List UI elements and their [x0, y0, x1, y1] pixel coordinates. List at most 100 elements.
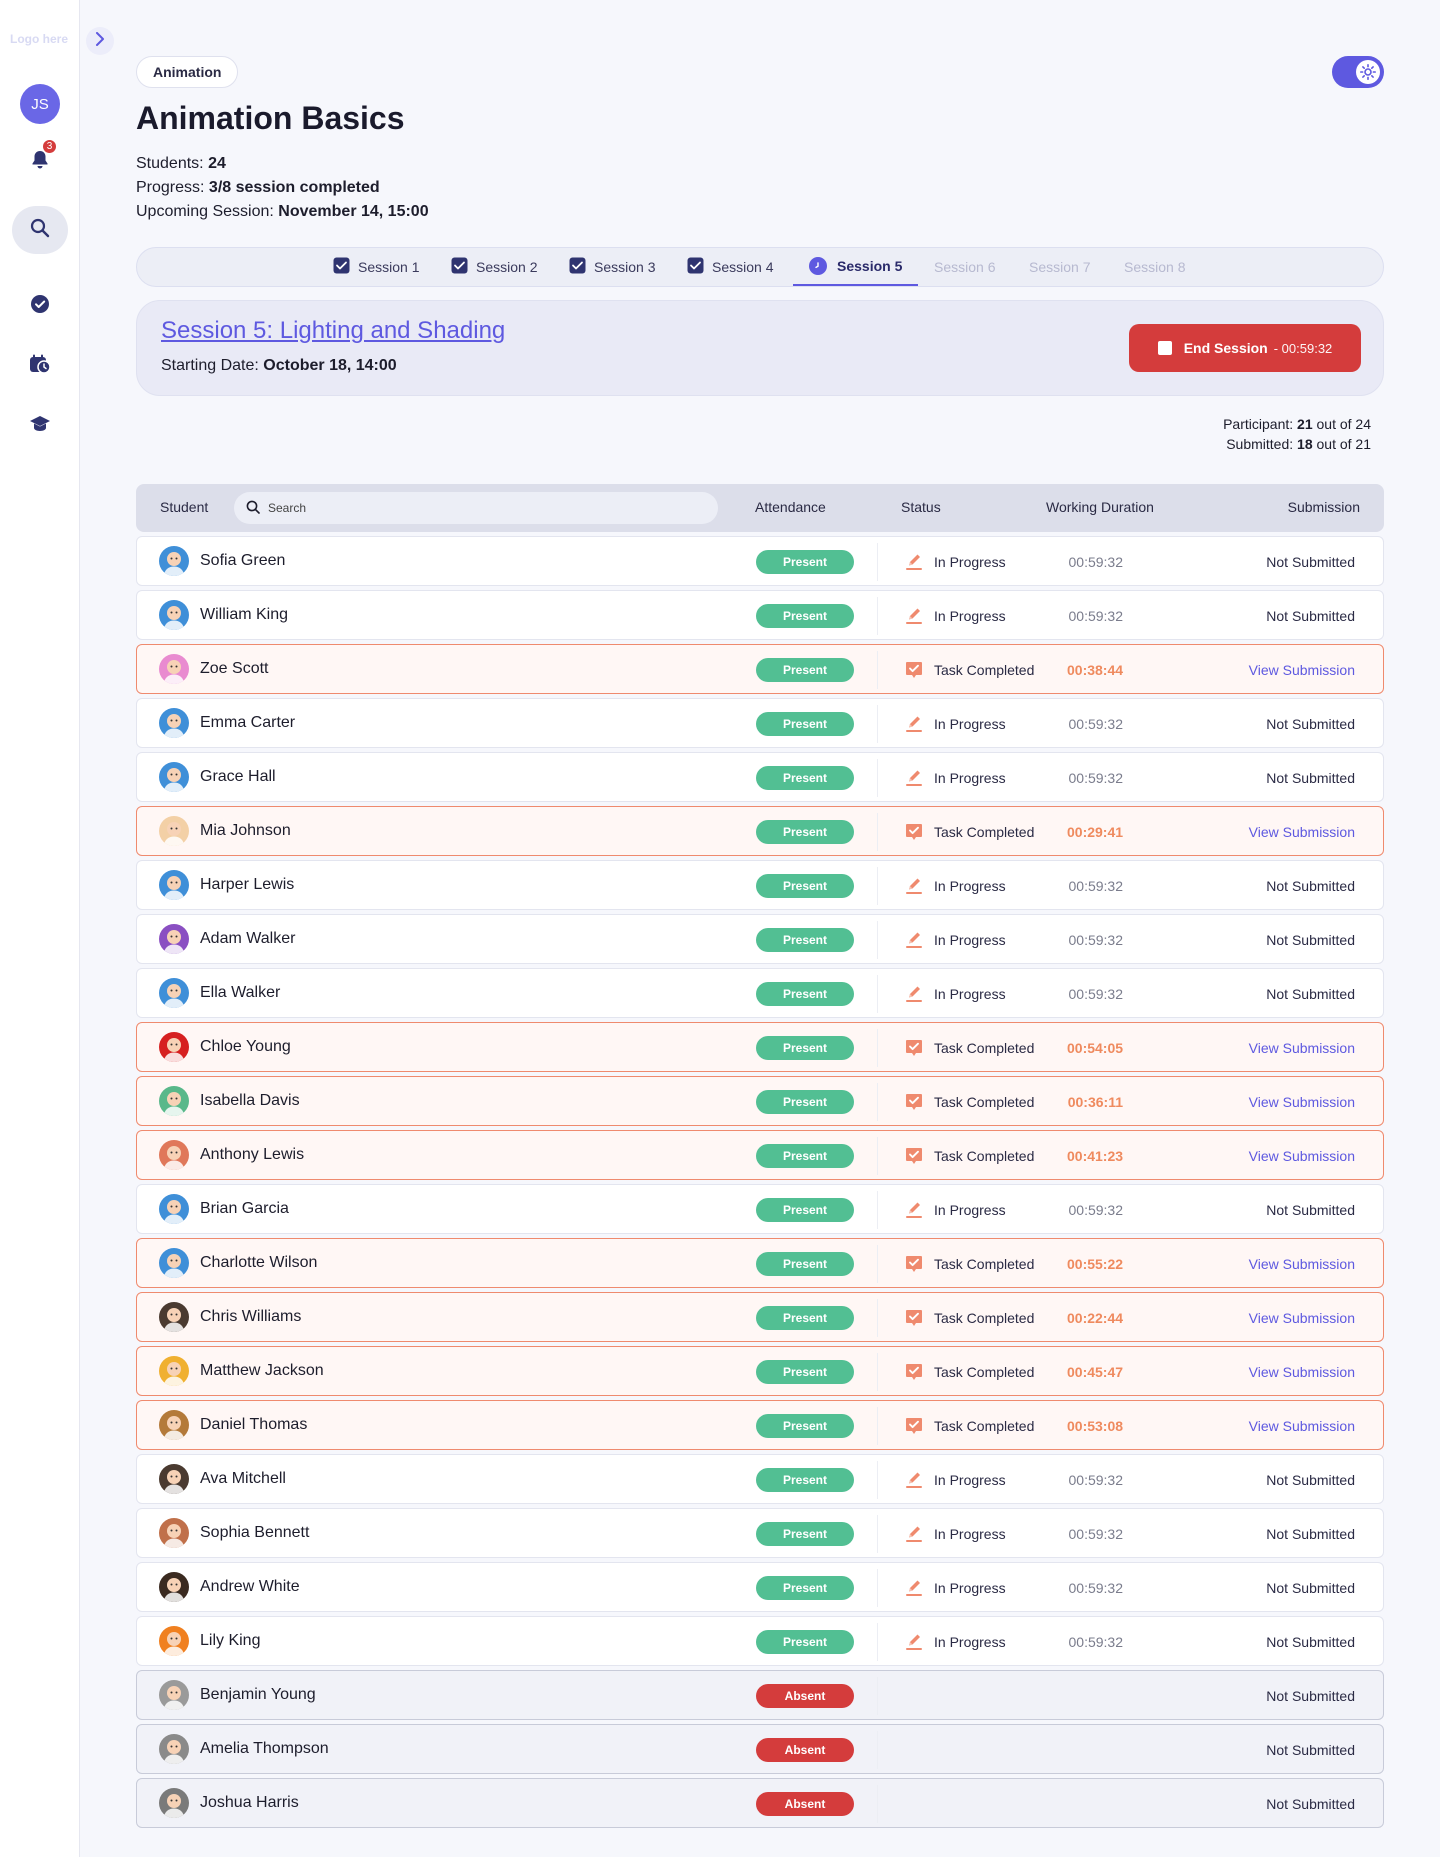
tab-session-1[interactable]: Session 1 — [333, 248, 419, 286]
in-progress-pencil-icon — [904, 606, 924, 626]
student-name[interactable]: Daniel Thomas — [200, 1416, 307, 1434]
table-row[interactable]: Zoe Scott Present Task Completed 00:38:44 Vi… — [136, 644, 1384, 694]
attendance-badge: Present — [756, 928, 854, 952]
table-row[interactable]: Anthony Lewis Present Task Completed 00:41:… — [136, 1130, 1384, 1180]
tab-session-2[interactable]: Session 2 — [451, 248, 537, 286]
in-progress-pencil-icon — [904, 1578, 924, 1598]
student-name[interactable]: Emma Carter — [200, 714, 295, 732]
student-name[interactable]: Grace Hall — [200, 768, 276, 786]
table-row[interactable]: Amelia Thompson Absent Not Submitted — [136, 1724, 1384, 1774]
table-row[interactable]: Charlotte Wilson Present Task Completed 00:… — [136, 1238, 1384, 1288]
student-name[interactable]: Ava Mitchell — [200, 1470, 286, 1488]
view-submission-link[interactable]: View Submission — [1249, 824, 1355, 840]
attendance-badge: Present — [756, 658, 854, 682]
table-row[interactable]: Mia Johnson Present Task Completed 00:29:41… — [136, 806, 1384, 856]
table-header: Student Attendance Status Working Durati… — [136, 484, 1384, 532]
tab-session-8[interactable]: Session 8 — [1124, 248, 1185, 286]
user-avatar[interactable]: JS — [20, 84, 60, 124]
view-submission-link[interactable]: View Submission — [1249, 662, 1355, 678]
schedule-nav-button[interactable] — [20, 346, 60, 386]
tab-label: Session 1 — [358, 259, 420, 275]
session-summary: Participant: 21 out of 24 Submitted: 18 … — [1223, 414, 1371, 454]
table-row[interactable]: Sofia Green Present In Progress 00:59:32 Not… — [136, 536, 1384, 586]
view-submission-link[interactable]: View Submission — [1249, 1040, 1355, 1056]
student-name[interactable]: Lily King — [200, 1632, 260, 1650]
table-row[interactable]: Andrew White Present In Progress 00:59:32 No… — [136, 1562, 1384, 1612]
view-submission-link[interactable]: View Submission — [1249, 1094, 1355, 1110]
course-category-chip[interactable]: Animation — [136, 56, 239, 88]
table-row[interactable]: Ella Walker Present In Progress 00:59:32 Not… — [136, 968, 1384, 1018]
tab-session-4[interactable]: Session 4 — [687, 248, 773, 286]
student-name[interactable]: Chris Williams — [200, 1308, 301, 1326]
table-row[interactable]: Emma Carter Present In Progress 00:59:32 Not… — [136, 698, 1384, 748]
notifications-button[interactable]: 3 — [20, 139, 60, 182]
attendance-badge: Present — [756, 874, 854, 898]
table-row[interactable]: Adam Walker Present In Progress 00:59:32 Not… — [136, 914, 1384, 964]
student-name[interactable]: Benjamin Young — [200, 1686, 316, 1704]
search-icon — [30, 218, 50, 243]
tab-session-6[interactable]: Session 6 — [934, 248, 995, 286]
working-duration: 00:59:32 — [1068, 1580, 1124, 1596]
view-submission-link[interactable]: View Submission — [1249, 1364, 1355, 1380]
student-name[interactable]: Anthony Lewis — [200, 1146, 304, 1164]
view-submission-link[interactable]: View Submission — [1249, 1148, 1355, 1164]
student-name[interactable]: Ella Walker — [200, 984, 280, 1002]
table-row[interactable]: Daniel Thomas Present Task Completed 00:53:… — [136, 1400, 1384, 1450]
student-name[interactable]: Adam Walker — [200, 930, 295, 948]
student-name[interactable]: Joshua Harris — [200, 1794, 299, 1812]
session-title-link[interactable]: Session 5: Lighting and Shading — [161, 317, 505, 345]
table-row[interactable]: Grace Hall Present In Progress 00:59:32 Not … — [136, 752, 1384, 802]
table-row[interactable]: Harper Lewis Present In Progress 00:59:32 No… — [136, 860, 1384, 910]
student-name[interactable]: William King — [200, 606, 288, 624]
student-name[interactable]: Zoe Scott — [200, 660, 268, 678]
student-name[interactable]: Andrew White — [200, 1578, 300, 1596]
theme-toggle[interactable] — [1332, 56, 1384, 88]
view-submission-link[interactable]: View Submission — [1249, 1418, 1355, 1434]
attendance-badge: Present — [756, 1468, 854, 1492]
tasks-nav-button[interactable] — [20, 286, 60, 326]
student-name[interactable]: Matthew Jackson — [200, 1362, 324, 1380]
attendance-badge: Present — [756, 550, 854, 574]
table-row[interactable]: Matthew Jackson Present Task Completed 00:4… — [136, 1346, 1384, 1396]
working-duration: 00:59:32 — [1068, 770, 1124, 786]
view-submission-link[interactable]: View Submission — [1249, 1256, 1355, 1272]
table-row[interactable]: Ava Mitchell Present In Progress 00:59:32 No… — [136, 1454, 1384, 1504]
student-name[interactable]: Chloe Young — [200, 1038, 291, 1056]
column-divider — [877, 1677, 878, 1715]
task-completed-icon — [904, 1416, 924, 1436]
view-submission-link[interactable]: View Submission — [1249, 1310, 1355, 1326]
students-count: Students: 24 — [136, 155, 226, 172]
table-row[interactable]: Joshua Harris Absent Not Submitted — [136, 1778, 1384, 1828]
student-name[interactable]: Brian Garcia — [200, 1200, 289, 1218]
task-completed-icon — [904, 660, 924, 680]
table-row[interactable]: Chloe Young Present Task Completed 00:54:05… — [136, 1022, 1384, 1072]
attendance-badge: Present — [756, 982, 854, 1006]
checkbox-checked-icon — [569, 257, 594, 277]
end-session-button[interactable]: End Session - 00:59:32 — [1129, 324, 1361, 372]
table-row[interactable]: Benjamin Young Absent Not Submitted — [136, 1670, 1384, 1720]
student-name[interactable]: Sophia Bennett — [200, 1524, 309, 1542]
search-input[interactable] — [268, 501, 708, 515]
search-nav-button[interactable] — [12, 206, 68, 254]
table-row[interactable]: Sophia Bennett Present In Progress 00:59:32… — [136, 1508, 1384, 1558]
student-name[interactable]: Isabella Davis — [200, 1092, 300, 1110]
tab-session-3[interactable]: Session 3 — [569, 248, 655, 286]
expand-sidebar-button[interactable] — [86, 27, 114, 55]
tab-session-5[interactable]: Session 5 — [793, 248, 919, 286]
table-row[interactable]: Isabella Davis Present Task Completed 00:36… — [136, 1076, 1384, 1126]
table-row[interactable]: Chris Williams Present Task Completed 00:22… — [136, 1292, 1384, 1342]
student-name[interactable]: Sofia Green — [200, 552, 285, 570]
courses-nav-button[interactable] — [20, 406, 60, 446]
task-completed-icon — [904, 1254, 924, 1274]
tab-session-7[interactable]: Session 7 — [1029, 248, 1090, 286]
student-name[interactable]: Mia Johnson — [200, 822, 291, 840]
status-text: In Progress — [934, 986, 1006, 1002]
student-name[interactable]: Amelia Thompson — [200, 1740, 329, 1758]
student-avatar — [159, 1410, 189, 1440]
student-search[interactable] — [234, 492, 718, 524]
student-name[interactable]: Charlotte Wilson — [200, 1254, 317, 1272]
table-row[interactable]: Brian Garcia Present In Progress 00:59:32 No… — [136, 1184, 1384, 1234]
student-name[interactable]: Harper Lewis — [200, 876, 294, 894]
table-row[interactable]: William King Present In Progress 00:59:32 No… — [136, 590, 1384, 640]
table-row[interactable]: Lily King Present In Progress 00:59:32 Not S… — [136, 1616, 1384, 1666]
